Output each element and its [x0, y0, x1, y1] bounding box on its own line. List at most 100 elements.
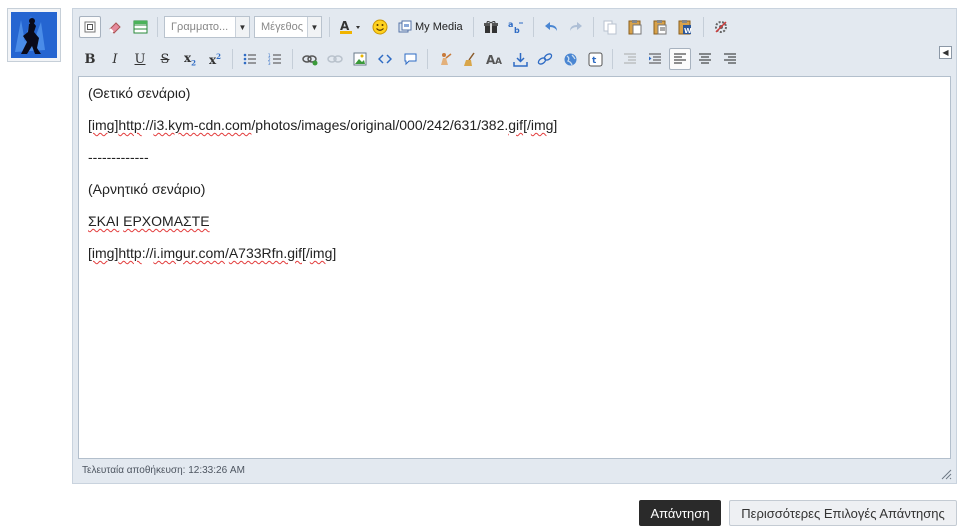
- paste-text-button[interactable]: [650, 16, 672, 38]
- superscript-icon: x2: [208, 51, 222, 67]
- bold-button[interactable]: B: [79, 48, 101, 70]
- smiley-button[interactable]: [369, 16, 391, 38]
- indent-button[interactable]: [644, 48, 666, 70]
- quote-button[interactable]: [399, 48, 421, 70]
- paste-button[interactable]: [625, 16, 647, 38]
- paste-word-button[interactable]: W: [675, 16, 697, 38]
- font-family-select-label: Γραμματο...: [171, 21, 229, 33]
- svg-text:W: W: [684, 27, 692, 35]
- chain-icon: [537, 53, 553, 65]
- text-color-button[interactable]: A: [336, 16, 366, 38]
- paste-icon: [628, 20, 642, 35]
- content-text: [/: [302, 245, 310, 261]
- superscript-button[interactable]: x2: [204, 48, 226, 70]
- toolbar-separator: [532, 17, 534, 37]
- code-button[interactable]: [374, 48, 396, 70]
- image-button[interactable]: [349, 48, 371, 70]
- settings-button[interactable]: [710, 16, 732, 38]
- font-size-select-label: Μέγεθος: [261, 21, 304, 33]
- content-text: img: [309, 245, 333, 261]
- toolbar-separator: [329, 17, 330, 37]
- content-text: http: [118, 117, 142, 133]
- content-text: ://: [141, 245, 154, 261]
- copy-button[interactable]: [600, 16, 622, 38]
- toolbar-row-1: Γραμματο... ▼ Μέγεθος ▼ A My Media ab W: [79, 13, 950, 41]
- spoiler-button[interactable]: [434, 48, 456, 70]
- undo-button[interactable]: [540, 16, 562, 38]
- avatar[interactable]: [7, 8, 61, 62]
- image-icon: [353, 52, 367, 66]
- align-right-button[interactable]: [719, 48, 741, 70]
- bbcode-toggle-button[interactable]: [79, 16, 101, 38]
- my-media-icon: [398, 20, 412, 33]
- link-button[interactable]: [299, 48, 321, 70]
- reply-editor: Γραμματο... ▼ Μέγεθος ▼ A My Media ab W …: [72, 8, 957, 484]
- numbered-list-button[interactable]: 123: [264, 48, 286, 70]
- align-left-icon: [674, 53, 686, 64]
- editor-content[interactable]: (Θετικό σενάριο) [img]http://i3.kym-cdn.…: [78, 76, 951, 459]
- font-size-select[interactable]: Μέγεθος ▼: [254, 16, 322, 38]
- twitter-button[interactable]: t: [584, 48, 606, 70]
- content-text: gif: [508, 117, 524, 133]
- toolbar-separator: [702, 17, 704, 37]
- svg-text:3: 3: [268, 61, 271, 65]
- content-text: (Αρνητικό σενάριο): [88, 181, 206, 197]
- font-size-button[interactable]: AA: [484, 48, 506, 70]
- outdent-button[interactable]: [619, 48, 641, 70]
- globe-button[interactable]: [559, 48, 581, 70]
- content-text: http: [118, 245, 142, 261]
- content-text: ]: [332, 245, 337, 261]
- broom-button[interactable]: [459, 48, 481, 70]
- underline-icon: U: [134, 51, 146, 67]
- toolbar-separator: [612, 49, 613, 69]
- globe-icon: [564, 53, 576, 65]
- text-color-icon: A: [340, 19, 360, 34]
- subscript-button[interactable]: x2: [179, 48, 201, 70]
- italic-button[interactable]: I: [104, 48, 126, 70]
- content-text: ΕΡΧΟΜΑΣΤΕ: [123, 213, 210, 229]
- autosave-status: Τελευταία αποθήκευση: 12:33:26 AM: [82, 465, 245, 476]
- font-size-icon: AA: [486, 53, 502, 66]
- table-button[interactable]: [129, 16, 151, 38]
- my-media-button[interactable]: My Media: [394, 16, 467, 38]
- toolbar-separator: [472, 17, 474, 37]
- chain-button[interactable]: [534, 48, 556, 70]
- spellcheck-button[interactable]: ab: [505, 16, 527, 38]
- content-text: img: [530, 117, 554, 133]
- spoiler-icon: [441, 53, 452, 65]
- align-center-button[interactable]: [694, 48, 716, 70]
- chevron-down-icon: ▼: [235, 17, 249, 37]
- align-right-icon: [724, 53, 736, 64]
- content-line: [img]http://i3.kym-cdn.com/photos/images…: [88, 112, 941, 144]
- underline-button[interactable]: U: [129, 48, 151, 70]
- strikethrough-button[interactable]: S: [154, 48, 176, 70]
- align-left-button[interactable]: [669, 48, 691, 70]
- smiley-icon: [372, 19, 388, 35]
- svg-text:a: a: [508, 20, 513, 29]
- align-center-icon: [699, 53, 711, 64]
- svg-text:b: b: [514, 26, 520, 35]
- toolbar-collapse-button[interactable]: ◀: [939, 46, 952, 59]
- avatar-image: [11, 12, 57, 58]
- reply-button[interactable]: Απάντηση: [639, 500, 721, 526]
- undo-icon: [544, 22, 557, 31]
- download-button[interactable]: [509, 48, 531, 70]
- broom-icon: [464, 52, 475, 66]
- spellcheck-icon: ab: [508, 20, 523, 35]
- remove-format-button[interactable]: [104, 16, 126, 38]
- svg-text:A: A: [495, 57, 502, 66]
- resize-handle-icon[interactable]: [940, 468, 952, 480]
- gift-button[interactable]: [480, 16, 502, 38]
- more-reply-options-button[interactable]: Περισσότερες Επιλογές Απάντησης: [729, 500, 957, 526]
- paste-word-icon: W: [678, 20, 692, 35]
- redo-icon: [569, 22, 582, 31]
- toolbar-separator: [232, 49, 233, 69]
- content-text: [img]: [88, 117, 119, 133]
- copy-icon: [603, 20, 617, 34]
- bulleted-list-button[interactable]: [239, 48, 261, 70]
- unlink-button[interactable]: [324, 48, 346, 70]
- redo-button[interactable]: [565, 16, 587, 38]
- settings-icon: [714, 21, 727, 33]
- content-text: ΣΚΑΙ: [88, 213, 120, 229]
- font-family-select[interactable]: Γραμματο... ▼: [164, 16, 250, 38]
